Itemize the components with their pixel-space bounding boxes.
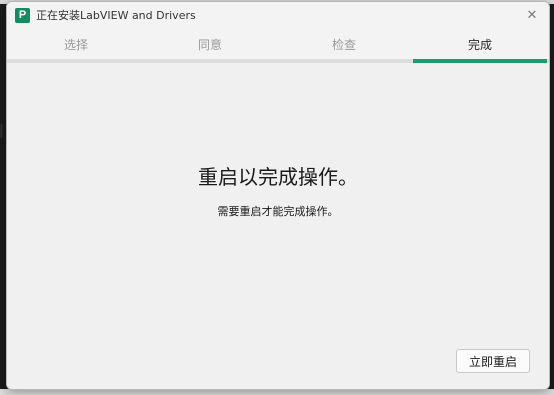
labview-app-icon: P [15, 8, 30, 23]
page-description: 需要重启才能完成操作。 [217, 205, 339, 218]
restart-now-button[interactable]: 立即重启 [456, 349, 530, 373]
tab-select[interactable]: 选择 [9, 29, 143, 59]
tab-finish[interactable]: 完成 [413, 29, 547, 59]
close-button[interactable]: ✕ [515, 2, 549, 29]
step-tabs: 选择 同意 检查 完成 [7, 29, 549, 63]
tab-agree[interactable]: 同意 [143, 29, 277, 59]
main-content: 重启以完成操作。 需要重启才能完成操作。 立即重启 [7, 63, 549, 389]
installer-dialog: P 正在安装LabVIEW and Drivers ✕ 选择 同意 检查 完成 … [6, 1, 550, 390]
close-icon: ✕ [526, 8, 538, 23]
tab-check[interactable]: 检查 [277, 29, 411, 59]
background-window-edge [0, 124, 3, 138]
window-title: 正在安装LabVIEW and Drivers [36, 9, 196, 22]
page-heading: 重启以完成操作。 [198, 165, 358, 189]
title-bar: P 正在安装LabVIEW and Drivers ✕ [7, 2, 549, 29]
